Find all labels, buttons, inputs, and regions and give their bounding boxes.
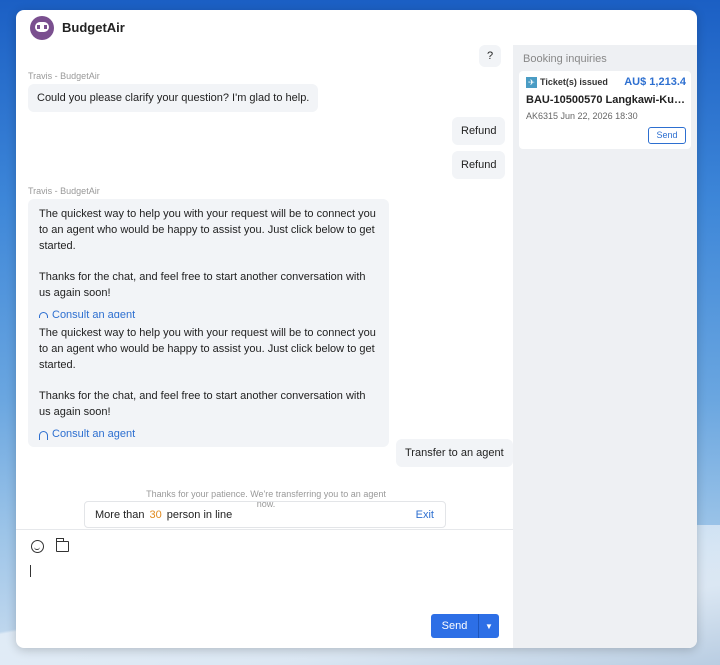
bot-message: Could you please clarify your question? … (28, 84, 319, 112)
text-cursor (30, 565, 31, 577)
booking-send-button[interactable]: Send (648, 127, 686, 144)
queue-suffix: person in line (166, 508, 233, 521)
consult-agent-link[interactable]: Consult an agent (39, 428, 378, 440)
user-message-question: ? (479, 45, 501, 67)
message-input[interactable] (26, 560, 501, 610)
flight-details: AK6315 Jun 22, 2026 18:30 (526, 111, 638, 121)
consult-agent-label: Consult an agent (52, 428, 136, 440)
queue-prefix: More than (95, 508, 145, 521)
bot-message: The quickest way to help you with your r… (28, 199, 389, 328)
airplane-icon: ✈ (526, 77, 537, 88)
message-text: Refund (461, 159, 497, 171)
sender-label: Travis - BudgetAir (28, 71, 100, 81)
ticket-status: Ticket(s) issued (540, 77, 608, 87)
user-message: Refund (452, 117, 506, 145)
message-text: ? (486, 50, 494, 62)
booking-route: BAU-10500570 Langkawi-Kuala ... (526, 94, 688, 106)
message-text: Could you please clarify your question? … (37, 92, 310, 104)
caret-down-icon[interactable]: ▼ (479, 622, 499, 631)
message-text: Thanks for the chat, and feel free to st… (39, 271, 366, 299)
booking-panel-title: Booking inquiries (523, 53, 607, 65)
user-message: Refund (452, 151, 506, 179)
message-text: The quickest way to help you with your r… (39, 327, 376, 371)
queue-count: 30 (149, 508, 162, 521)
message-text: Transfer to an agent (405, 447, 504, 459)
booking-panel: Booking inquiries ✈ Ticket(s) issued AU$… (513, 45, 697, 648)
message-text: Thanks for the chat, and feel free to st… (39, 390, 366, 418)
message-composer: Send ▼ (16, 529, 513, 648)
bot-message: The quickest way to help you with your r… (28, 318, 389, 447)
chat-header: BudgetAir (16, 10, 697, 45)
headset-icon (39, 430, 48, 440)
message-list[interactable]: ? Travis - BudgetAir Could you please cl… (16, 45, 513, 529)
sender-label: Travis - BudgetAir (28, 186, 100, 196)
user-message: Transfer to an agent (396, 439, 513, 467)
folder-icon[interactable] (55, 538, 69, 552)
chat-window: BudgetAir ? Travis - BudgetAir Could you… (16, 10, 697, 648)
message-text: The quickest way to help you with your r… (39, 208, 376, 252)
ticket-price: AU$ 1,213.4 (624, 76, 686, 88)
send-button-label: Send (441, 620, 468, 632)
budgetair-logo-icon (30, 15, 54, 40)
exit-queue-button[interactable]: Exit (416, 509, 434, 521)
queue-status: More than 30 person in line Exit (84, 501, 446, 528)
booking-card[interactable]: ✈ Ticket(s) issued AU$ 1,213.4 BAU-10500… (519, 71, 691, 149)
message-text: Refund (461, 125, 497, 137)
brand-name: BudgetAir (62, 20, 125, 35)
emoji-icon[interactable] (31, 540, 44, 553)
send-button[interactable]: Send ▼ (431, 614, 499, 638)
